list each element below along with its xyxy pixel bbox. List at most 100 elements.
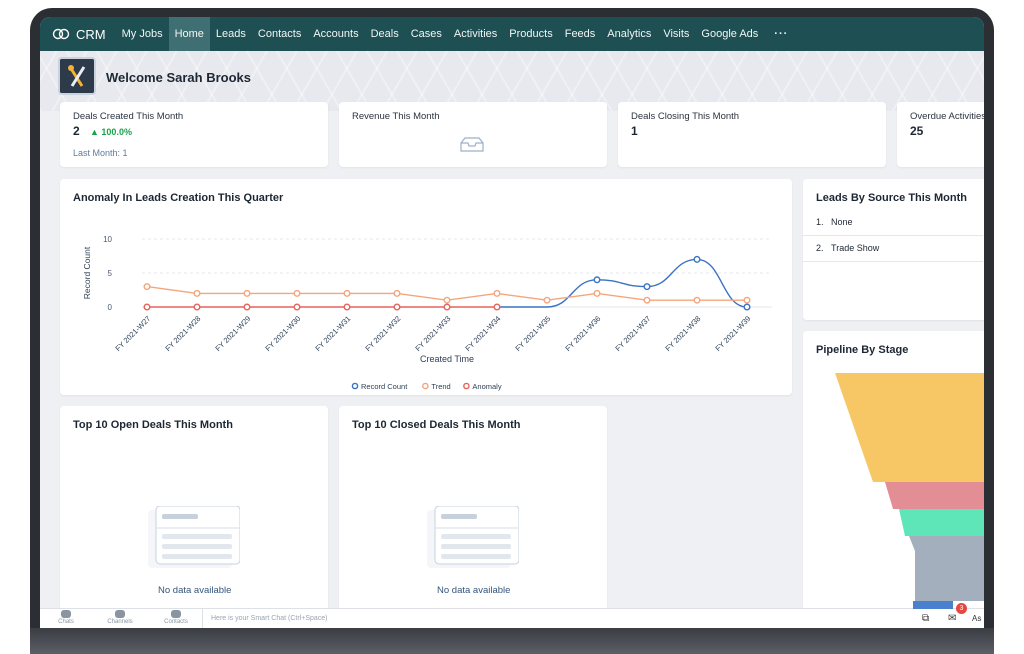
data-point bbox=[593, 276, 601, 284]
data-point bbox=[393, 289, 401, 297]
kpi-revenue[interactable]: Revenue This Month bbox=[339, 102, 607, 167]
empty-table-icon bbox=[427, 506, 519, 568]
data-point bbox=[143, 303, 151, 311]
x-tick-label: FY 2021-W31 bbox=[313, 314, 352, 353]
ask-zia-button[interactable]: As bbox=[972, 614, 981, 623]
nav-products[interactable]: Products bbox=[503, 17, 558, 51]
avatar[interactable] bbox=[58, 57, 96, 95]
crm-logo-icon bbox=[52, 28, 70, 40]
data-point bbox=[743, 303, 751, 311]
data-point bbox=[243, 303, 251, 311]
list-item[interactable]: 2. Trade Show bbox=[816, 243, 879, 253]
brand-name: CRM bbox=[76, 26, 106, 42]
data-point bbox=[143, 283, 151, 291]
x-tick-label: FY 2021-W30 bbox=[263, 314, 302, 353]
x-tick-label: FY 2021-W36 bbox=[563, 314, 602, 353]
funnel-stage bbox=[899, 509, 984, 536]
chat-icon bbox=[61, 610, 71, 618]
top-navigation: CRM My Jobs Home Leads Contacts Accounts… bbox=[40, 17, 984, 51]
data-point bbox=[343, 289, 351, 297]
notification-tab[interactable] bbox=[913, 601, 953, 609]
channels-icon bbox=[115, 610, 125, 618]
x-tick-label: FY 2021-W27 bbox=[113, 314, 152, 353]
divider bbox=[803, 261, 983, 262]
data-point bbox=[193, 303, 201, 311]
nav-google-ads[interactable]: Google Ads bbox=[695, 17, 764, 51]
x-tick-label: FY 2021-W34 bbox=[463, 314, 502, 353]
data-point bbox=[493, 303, 501, 311]
pipeline-card: Pipeline By Stage bbox=[803, 331, 984, 621]
data-point bbox=[643, 283, 651, 291]
divider bbox=[803, 235, 983, 236]
data-point bbox=[743, 296, 751, 304]
crm-logo[interactable]: CRM bbox=[40, 17, 116, 51]
pipeline-funnel bbox=[835, 373, 984, 601]
x-tick-label: FY 2021-W37 bbox=[613, 314, 652, 353]
channels-button[interactable]: Channels bbox=[100, 610, 140, 625]
card-title: Top 10 Closed Deals This Month bbox=[352, 419, 521, 431]
x-tick-label: FY 2021-W33 bbox=[413, 314, 452, 353]
legend-label: Trend bbox=[431, 382, 450, 391]
utensils-icon bbox=[60, 59, 94, 93]
card-title: Leads By Source This Month bbox=[816, 192, 967, 204]
empty-inbox-icon bbox=[460, 137, 484, 152]
data-point bbox=[193, 289, 201, 297]
kpi-deals-closing[interactable]: Deals Closing This Month 1 bbox=[618, 102, 886, 167]
data-point bbox=[293, 289, 301, 297]
screen-share-icon[interactable]: ⧉ bbox=[922, 613, 929, 624]
kpi-delta: ▲ 100.0% bbox=[90, 127, 132, 137]
open-deals-card: Top 10 Open Deals This Month No data ava… bbox=[60, 406, 328, 621]
data-point bbox=[593, 289, 601, 297]
legend-marker bbox=[351, 382, 359, 390]
nav-analytics[interactable]: Analytics bbox=[601, 17, 657, 51]
nav-visits[interactable]: Visits bbox=[657, 17, 695, 51]
nav-deals[interactable]: Deals bbox=[365, 17, 405, 51]
notification-badge: 3 bbox=[956, 603, 967, 614]
no-data-text: No data available bbox=[437, 585, 511, 596]
kpi-deals-created[interactable]: Deals Created This Month 2 ▲ 100.0% Last… bbox=[60, 102, 328, 167]
data-point bbox=[443, 303, 451, 311]
funnel-stage bbox=[909, 536, 984, 601]
no-data-text: No data available bbox=[158, 585, 232, 596]
chats-button[interactable]: Chats bbox=[46, 610, 86, 625]
list-item[interactable]: 1. None bbox=[816, 217, 853, 227]
kpi-value: 1 bbox=[631, 124, 638, 138]
data-point bbox=[393, 303, 401, 311]
nav-feeds[interactable]: Feeds bbox=[559, 17, 602, 51]
crm-screen: CRM My Jobs Home Leads Contacts Accounts… bbox=[40, 17, 984, 628]
kpi-value: 25 bbox=[910, 124, 924, 138]
kpi-title: Revenue This Month bbox=[352, 111, 440, 122]
kpi-title: Deals Closing This Month bbox=[631, 111, 740, 122]
data-point bbox=[693, 296, 701, 304]
y-tick-label: 0 bbox=[108, 303, 113, 312]
bottom-bar: Chats Channels Contacts Here is your Sma… bbox=[40, 601, 984, 628]
x-tick-label: FY 2021-W32 bbox=[363, 314, 402, 353]
legend-marker bbox=[463, 382, 470, 390]
anomaly-line-chart: 0 5 10 Record Count FY 2021-W27 FY 2021-W28 FY… bbox=[82, 235, 772, 391]
nav-activities[interactable]: Activities bbox=[448, 17, 503, 51]
smart-chat-input[interactable]: Here is your Smart Chat (Ctrl+Space) bbox=[202, 609, 912, 628]
data-point bbox=[293, 303, 301, 311]
nav-cases[interactable]: Cases bbox=[405, 17, 448, 51]
x-tick-label: FY 2021-W39 bbox=[713, 314, 752, 353]
data-point bbox=[243, 289, 251, 297]
trend-up-icon: ▲ bbox=[90, 127, 102, 137]
nav-home[interactable]: Home bbox=[168, 17, 210, 51]
funnel-stage bbox=[885, 482, 984, 509]
kpi-title: Overdue Activities bbox=[910, 111, 984, 122]
leads-by-source-card: Leads By Source This Month 1. None 2. Tr… bbox=[803, 179, 984, 320]
announcement-icon[interactable]: ✉ bbox=[948, 613, 956, 624]
kpi-overdue-activities[interactable]: Overdue Activities 25 bbox=[897, 102, 984, 167]
y-tick-label: 5 bbox=[108, 269, 113, 278]
nav-accounts[interactable]: Accounts bbox=[307, 17, 364, 51]
nav-leads[interactable]: Leads bbox=[210, 17, 252, 51]
nav-my-jobs[interactable]: My Jobs bbox=[116, 17, 169, 51]
legend-marker bbox=[422, 382, 429, 390]
more-menu-icon[interactable]: ··· bbox=[764, 17, 798, 51]
nav-contacts[interactable]: Contacts bbox=[252, 17, 307, 51]
contact-icon bbox=[171, 610, 181, 618]
kpi-last-month: Last Month: 1 bbox=[73, 148, 128, 158]
contacts-button[interactable]: Contacts bbox=[156, 610, 196, 625]
x-axis-label: Created Time bbox=[420, 354, 474, 364]
laptop-base bbox=[30, 628, 994, 654]
